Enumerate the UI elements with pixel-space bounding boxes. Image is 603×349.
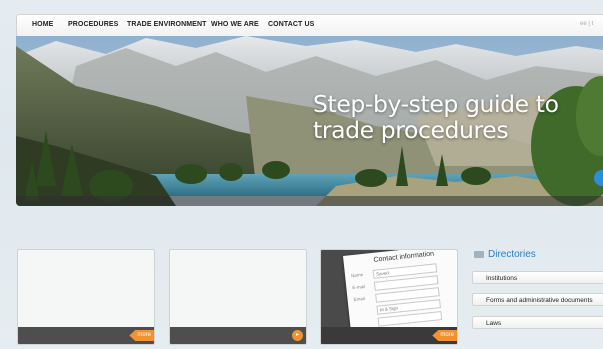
form-row-label: E-mail xyxy=(352,283,366,291)
more-button[interactable]: more xyxy=(129,330,154,341)
directory-item-laws[interactable]: Laws xyxy=(472,316,603,329)
form-row-label: Email xyxy=(353,295,366,303)
feature-card-1[interactable]: more xyxy=(17,249,155,345)
directory-icon xyxy=(474,251,484,258)
nav-who-we-are[interactable]: WHO WE ARE xyxy=(211,21,259,28)
card-footer-bar: ▸ xyxy=(170,327,306,344)
hero-headline-line-2: trade procedures xyxy=(313,116,509,144)
hero-headline: Step-by-step guide to trade procedures xyxy=(313,91,559,143)
more-button[interactable]: more xyxy=(432,330,457,341)
feature-card-2[interactable]: ▸ xyxy=(169,249,307,345)
form-row: E-mail xyxy=(352,275,439,291)
top-nav-bar: HOME PROCEDURES TRADE ENVIRONMENT WHO WE… xyxy=(16,14,603,38)
contact-form-image: Contact information Name Saved E-mail Em… xyxy=(343,250,457,340)
language-switcher[interactable]: ee | t xyxy=(580,21,593,27)
feature-card-3[interactable]: Contact information Name Saved E-mail Em… xyxy=(320,249,458,345)
nav-contact-us[interactable]: CONTACT US xyxy=(268,21,314,28)
form-row: Name Saved xyxy=(350,263,438,279)
slider-next-tab[interactable] xyxy=(594,170,603,186)
form-row-label: Name xyxy=(350,272,364,279)
nav-procedures[interactable]: PROCEDURES xyxy=(68,21,118,28)
form-title: Contact information xyxy=(373,250,435,264)
form-row: Email xyxy=(353,287,440,303)
card-footer-bar: more xyxy=(18,327,154,344)
hero-headline-line-1: Step-by-step guide to xyxy=(313,90,559,118)
hero-banner: Step-by-step guide to trade procedures xyxy=(16,36,603,206)
card-footer-bar: more xyxy=(321,327,457,344)
nav-home[interactable]: HOME xyxy=(32,21,53,28)
directories-heading: Directories xyxy=(488,249,536,260)
directory-item-institutions[interactable]: Institutions xyxy=(472,271,603,284)
nav-trade-environment[interactable]: TRADE ENVIRONMENT xyxy=(127,21,206,28)
play-arrow-icon[interactable]: ▸ xyxy=(292,330,303,341)
directory-item-forms[interactable]: Forms and administrative documents xyxy=(472,293,603,306)
